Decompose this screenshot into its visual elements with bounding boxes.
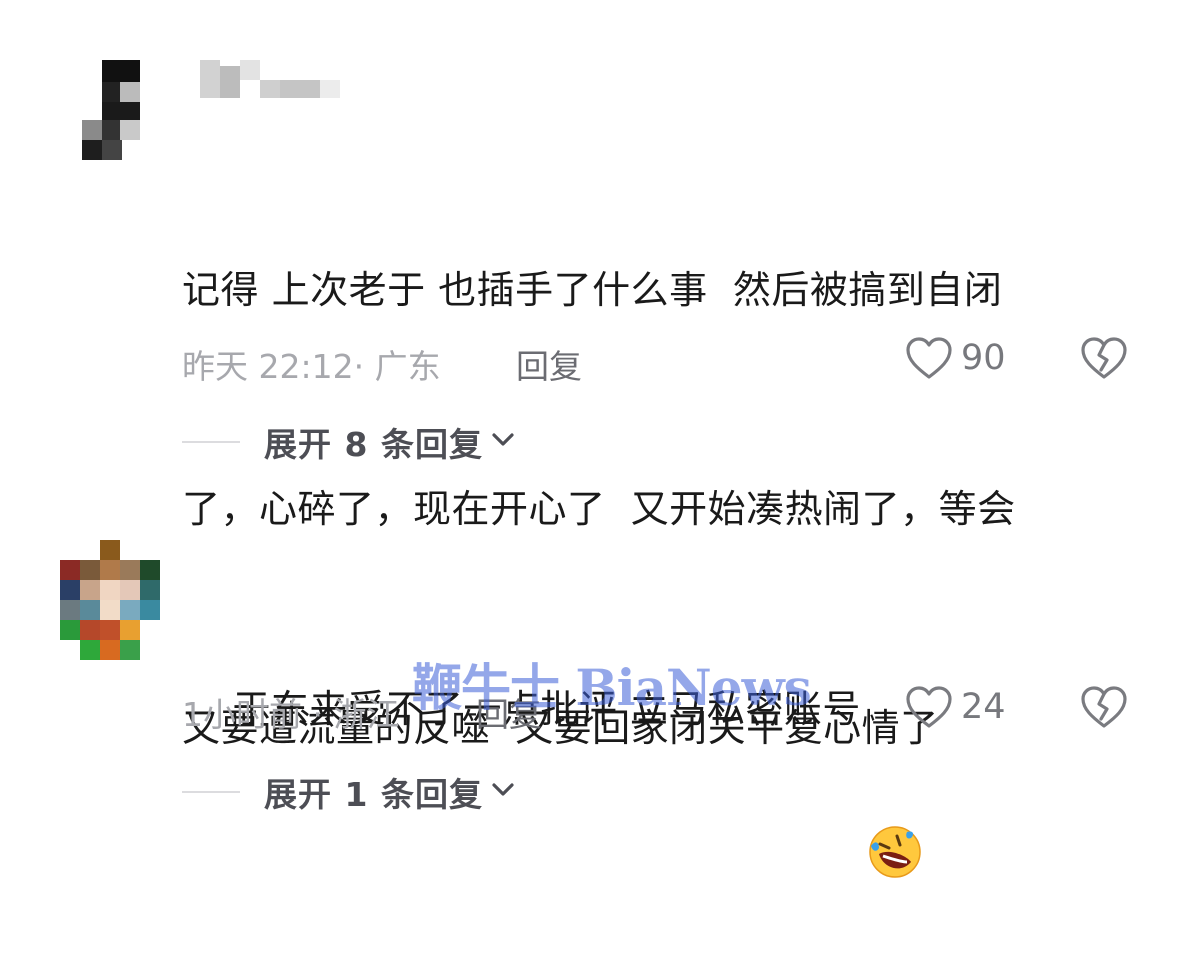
comment-text-line: 记得 上次老于 也插手了什么事 然后被搞到自闭 xyxy=(182,268,1003,312)
avatar[interactable] xyxy=(60,540,160,660)
dislike-button[interactable] xyxy=(1080,685,1128,729)
heart-icon xyxy=(905,336,953,380)
comment-meta: 1小时前 · 浙江 xyxy=(182,695,400,734)
broken-heart-icon xyxy=(1080,685,1128,729)
broken-heart-icon xyxy=(1080,336,1128,380)
like-button[interactable]: 90 xyxy=(905,336,1006,380)
chevron-down-icon xyxy=(491,782,515,802)
divider xyxy=(182,791,240,793)
avatar[interactable] xyxy=(60,60,160,160)
chevron-down-icon xyxy=(491,432,515,452)
watermark: 鞭牛士 BiaNews xyxy=(412,658,812,717)
expand-replies[interactable]: 展开 1 条回复 xyxy=(182,768,515,816)
like-count: 90 xyxy=(961,338,1006,378)
like-button[interactable]: 24 xyxy=(905,685,1006,729)
divider xyxy=(182,441,240,443)
dislike-button[interactable] xyxy=(1080,336,1128,380)
expand-replies-label: 展开 1 条回复 xyxy=(264,775,483,814)
reply-button[interactable]: 回复 xyxy=(516,340,582,388)
expand-replies-label: 展开 8 条回复 xyxy=(264,425,483,464)
comment-meta: 昨天 22:12· 广东 xyxy=(182,347,441,386)
expand-replies[interactable]: 展开 8 条回复 xyxy=(182,418,515,466)
heart-icon xyxy=(905,685,953,729)
username-blurred[interactable] xyxy=(200,60,340,100)
like-count: 24 xyxy=(961,687,1006,727)
comment-item: 记得 上次老于 也插手了什么事 然后被搞到自闭 了，心碎了，现在开心了 又开始凑… xyxy=(0,0,1179,750)
